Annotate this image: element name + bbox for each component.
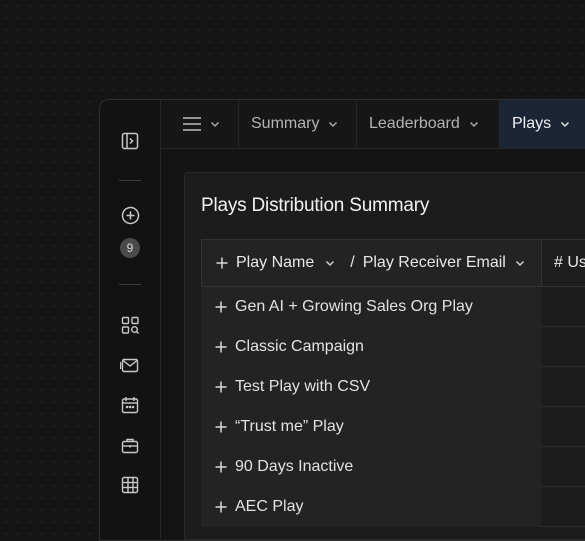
- chevron-down-icon: [210, 121, 220, 128]
- briefcase-icon[interactable]: [119, 434, 141, 456]
- tab-label: Summary: [251, 115, 320, 132]
- table-row[interactable]: Test Play with CSV: [201, 367, 541, 407]
- expand-row-icon[interactable]: [213, 379, 229, 395]
- users-column-header[interactable]: # Us: [541, 239, 585, 287]
- rail-divider: [119, 180, 141, 181]
- play-name-cell: Gen AI + Growing Sales Org Play: [235, 298, 473, 315]
- table-row[interactable]: Gen AI + Growing Sales Org Play: [201, 287, 541, 327]
- chevron-down-icon: [469, 121, 478, 128]
- calendar-icon[interactable]: [119, 394, 141, 416]
- play-rows: Gen AI + Growing Sales Org Play Classic …: [201, 287, 541, 527]
- table-cell: [541, 327, 585, 367]
- chevron-down-icon: [561, 121, 570, 128]
- play-name-cell: 90 Days Inactive: [235, 458, 354, 475]
- chevron-down-icon: [329, 121, 338, 128]
- play-name-cell: “Trust me” Play: [235, 418, 344, 435]
- tab-label: Leaderboard: [369, 115, 460, 132]
- play-name-cell: Test Play with CSV: [235, 378, 371, 395]
- play-name-cell: AEC Play: [235, 498, 304, 515]
- app-window: 9 Summary Leaderboard Plays Plays Distri…: [99, 99, 585, 541]
- expand-row-icon[interactable]: [213, 459, 229, 475]
- table-cell: [541, 287, 585, 327]
- table-cell: [541, 407, 585, 447]
- chevron-down-icon[interactable]: [514, 257, 526, 269]
- table-row[interactable]: Classic Campaign: [201, 327, 541, 367]
- tab-summary[interactable]: Summary: [239, 100, 357, 148]
- add-circle-icon[interactable]: [119, 204, 141, 226]
- left-rail: 9: [100, 100, 161, 540]
- users-column-cells: [541, 287, 585, 527]
- plays-summary-panel: Plays Distribution Summary Play Name / P…: [184, 172, 585, 540]
- play-name-header[interactable]: Play Name: [236, 254, 314, 272]
- table-cell: [541, 447, 585, 487]
- notification-badge[interactable]: 9: [120, 238, 140, 258]
- expand-row-icon[interactable]: [213, 419, 229, 435]
- tab-leaderboard[interactable]: Leaderboard: [357, 100, 500, 148]
- tab-plays[interactable]: Plays: [500, 100, 585, 148]
- table-row[interactable]: AEC Play: [201, 487, 541, 527]
- expand-row-icon[interactable]: [213, 339, 229, 355]
- chevron-down-icon[interactable]: [324, 257, 336, 269]
- mail-icon[interactable]: [119, 354, 141, 376]
- table-cell: [541, 487, 585, 527]
- users-column-label: # Us: [554, 254, 585, 271]
- sidebar-toggle-icon[interactable]: [119, 130, 141, 152]
- panel-title: Plays Distribution Summary: [201, 195, 430, 216]
- table-cell: [541, 367, 585, 407]
- grouping-header: Play Name / Play Receiver Email: [201, 239, 541, 287]
- header-separator: /: [350, 254, 355, 271]
- table-icon[interactable]: [119, 474, 141, 496]
- menu-button[interactable]: [161, 100, 239, 148]
- expand-row-icon[interactable]: [213, 499, 229, 515]
- hamburger-icon: [183, 117, 201, 131]
- rail-divider: [119, 284, 141, 285]
- top-navigation: Summary Leaderboard Plays: [161, 100, 585, 149]
- expand-row-icon[interactable]: [213, 299, 229, 315]
- play-name-cell: Classic Campaign: [235, 338, 364, 355]
- table-row[interactable]: “Trust me” Play: [201, 407, 541, 447]
- grid-search-icon[interactable]: [119, 314, 141, 336]
- receiver-email-header[interactable]: Play Receiver Email: [363, 254, 506, 272]
- expand-all-icon[interactable]: [214, 255, 230, 271]
- table-row[interactable]: 90 Days Inactive: [201, 447, 541, 487]
- tab-label: Plays: [512, 115, 552, 132]
